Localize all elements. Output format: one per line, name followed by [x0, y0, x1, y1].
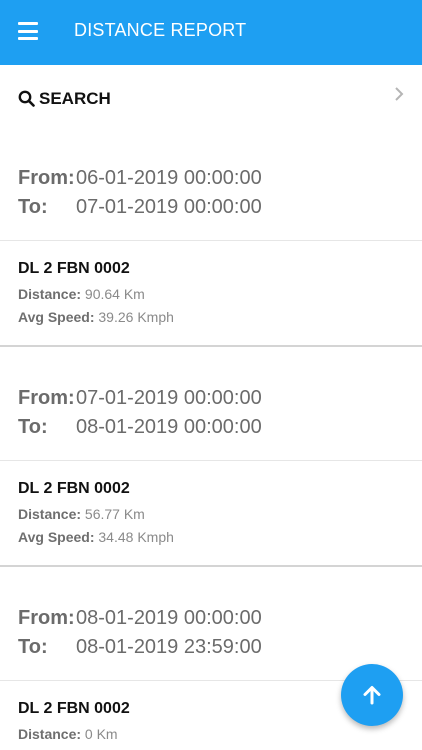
- distance-row: Distance: 0 Km: [18, 726, 118, 742]
- speed-row: Avg Speed: 34.48 Kmph: [18, 529, 174, 545]
- speed-label: Avg Speed:: [18, 309, 95, 325]
- search-icon: [18, 90, 35, 107]
- distance-row: Distance: 56.77 Km: [18, 506, 145, 522]
- divider: [0, 345, 422, 347]
- vehicle-number: DL 2 FBN 0002: [18, 480, 130, 497]
- report-card[interactable]: DL 2 FBN 0002 Distance: 90.64 Km Avg Spe…: [0, 241, 422, 345]
- to-label: To:: [18, 636, 48, 658]
- distance-label: Distance:: [18, 726, 82, 742]
- from-label: From:: [18, 167, 75, 189]
- from-date: 07-01-2019 00:00:00: [76, 387, 262, 409]
- vehicle-number: DL 2 FBN 0002: [18, 700, 130, 717]
- distance-label: Distance:: [18, 506, 82, 522]
- speed-value: 39.26 Kmph: [98, 309, 174, 325]
- speed-row: Avg Speed: 39.26 Kmph: [18, 309, 174, 325]
- to-label: To:: [18, 416, 48, 438]
- to-date: 08-01-2019 00:00:00: [76, 416, 262, 438]
- divider: [0, 565, 422, 567]
- date-range: From: 06-01-2019 00:00:00 To: 07-01-2019…: [0, 150, 422, 240]
- hamburger-menu-icon[interactable]: [18, 22, 38, 40]
- distance-row: Distance: 90.64 Km: [18, 286, 145, 302]
- date-range: From: 07-01-2019 00:00:00 To: 08-01-2019…: [0, 370, 422, 460]
- app-screen: DISTANCE REPORT SEARCH From: 06-01-2019 …: [0, 0, 422, 750]
- report-card[interactable]: DL 2 FBN 0002 Distance: 56.77 Km Avg Spe…: [0, 461, 422, 565]
- speed-label: Avg Speed:: [18, 529, 95, 545]
- speed-value: 34.48 Kmph: [98, 529, 174, 545]
- distance-value: 56.77 Km: [84, 506, 145, 522]
- arrow-up-icon: [363, 686, 381, 705]
- search-row[interactable]: SEARCH: [0, 65, 422, 131]
- app-bar: DISTANCE REPORT: [0, 0, 422, 65]
- distance-value: 90.64 Km: [84, 286, 145, 302]
- from-label: From:: [18, 607, 75, 629]
- from-date: 08-01-2019 00:00:00: [76, 607, 262, 629]
- vehicle-number: DL 2 FBN 0002: [18, 260, 130, 277]
- from-date: 06-01-2019 00:00:00: [76, 167, 262, 189]
- from-label: From:: [18, 387, 75, 409]
- distance-label: Distance:: [18, 286, 82, 302]
- to-date: 08-01-2019 23:59:00: [76, 636, 262, 658]
- page-title: DISTANCE REPORT: [74, 20, 247, 40]
- search-label: SEARCH: [39, 89, 111, 108]
- scroll-to-top-button[interactable]: [341, 664, 403, 726]
- distance-value: 0 Km: [84, 726, 118, 742]
- to-label: To:: [18, 196, 48, 218]
- to-date: 07-01-2019 00:00:00: [76, 196, 262, 218]
- chevron-right-icon[interactable]: [393, 85, 405, 103]
